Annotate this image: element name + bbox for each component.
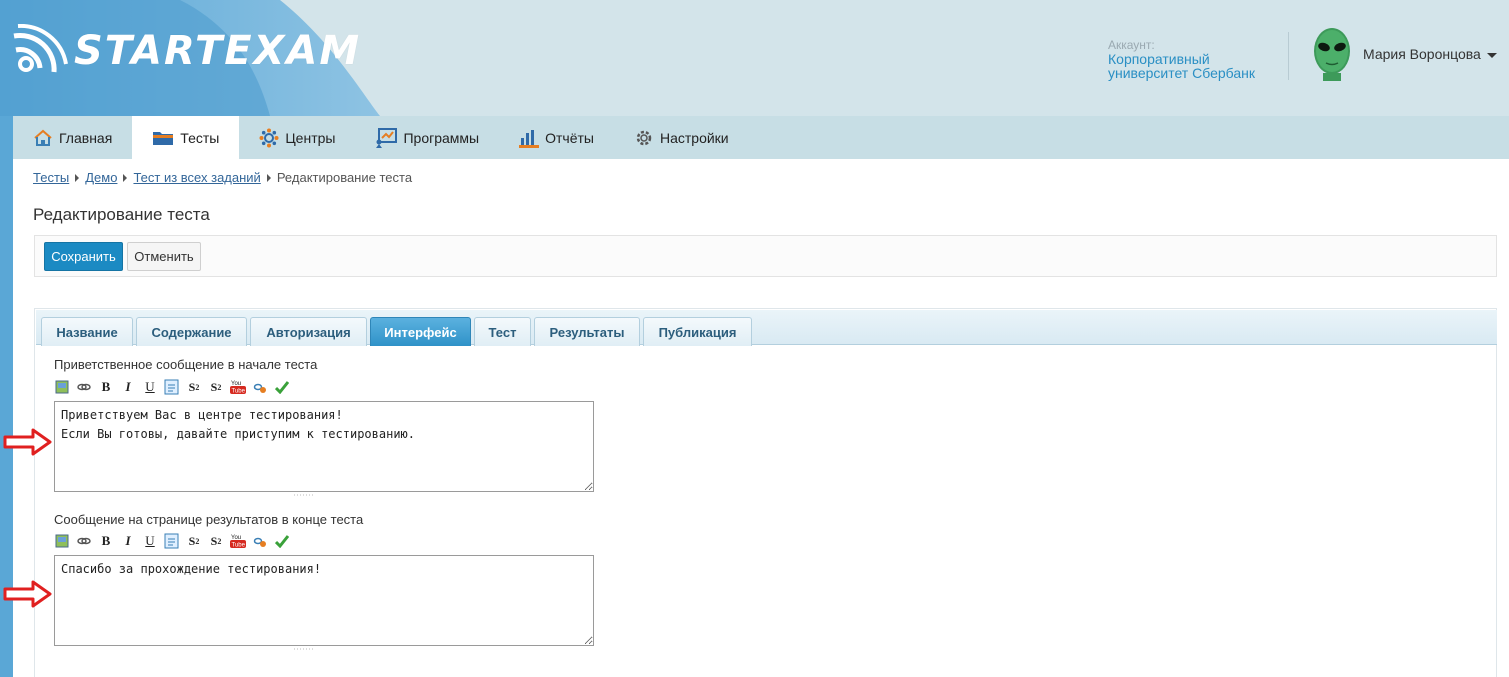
tab-bar: Название Содержание Авторизация Интерфей… bbox=[36, 310, 1497, 346]
results-message-label: Сообщение на странице результатов в конц… bbox=[54, 512, 364, 527]
folder-icon bbox=[153, 131, 174, 145]
breadcrumb-arrow-icon bbox=[123, 173, 128, 182]
resize-grip-icon[interactable] bbox=[294, 493, 314, 497]
resize-grip-icon[interactable] bbox=[294, 647, 314, 651]
account-info: Аккаунт: Корпоративный университет Сберб… bbox=[1108, 38, 1278, 80]
editor-toolbar: B I U S2 S2 You Tube bbox=[54, 532, 290, 550]
results-message-input[interactable]: Спасибо за прохождение тестирования! bbox=[54, 555, 594, 646]
underline-icon[interactable]: U bbox=[142, 533, 158, 549]
image-icon[interactable] bbox=[54, 533, 70, 549]
chevron-down-icon bbox=[1486, 52, 1497, 58]
header-divider bbox=[1288, 32, 1289, 80]
home-icon bbox=[34, 129, 52, 146]
main-nav: Главная Тесты Центры Программы Отчёты На… bbox=[13, 116, 1509, 159]
bold-icon[interactable]: B bbox=[98, 379, 114, 395]
page-title: Редактирование теста bbox=[33, 205, 210, 224]
svg-text:Tube: Tube bbox=[232, 543, 246, 549]
nav-label: Главная bbox=[59, 129, 113, 146]
gear-icon bbox=[636, 130, 652, 145]
tab-test[interactable]: Тест bbox=[474, 317, 531, 346]
underline-icon[interactable]: U bbox=[142, 379, 158, 395]
nav-item-centers[interactable]: Центры bbox=[239, 116, 355, 159]
nav-item-settings[interactable]: Настройки bbox=[614, 116, 749, 159]
subscript-icon[interactable]: S2 bbox=[186, 379, 202, 395]
nav-item-reports[interactable]: Отчёты bbox=[499, 116, 614, 159]
breadcrumb-arrow-icon bbox=[75, 173, 80, 182]
action-toolbar: Сохранить Отменить bbox=[34, 235, 1497, 277]
breadcrumb-link-test[interactable]: Тест из всех заданий bbox=[133, 170, 260, 185]
account-name-line1[interactable]: Корпоративный bbox=[1108, 52, 1278, 66]
breadcrumb-link-tests[interactable]: Тесты bbox=[33, 170, 69, 185]
superscript-icon[interactable]: S2 bbox=[208, 379, 224, 395]
user-name: Мария Воронцова bbox=[1363, 46, 1481, 62]
logo-signal-icon bbox=[13, 24, 68, 73]
superscript-icon[interactable]: S2 bbox=[208, 533, 224, 549]
youtube-icon[interactable]: You Tube bbox=[230, 379, 246, 395]
welcome-message-label: Приветственное сообщение в начале теста bbox=[54, 357, 318, 372]
avatar[interactable] bbox=[1311, 27, 1353, 81]
header: STARTEXAM Аккаунт: Корпоративный универс… bbox=[0, 0, 1509, 116]
subscript-icon[interactable]: S2 bbox=[186, 533, 202, 549]
breadcrumb-link-demo[interactable]: Демо bbox=[85, 170, 117, 185]
user-menu[interactable]: Мария Воронцова bbox=[1363, 46, 1497, 62]
tab-interface[interactable]: Интерфейс bbox=[370, 317, 471, 346]
tab-results[interactable]: Результаты bbox=[534, 317, 640, 346]
save-button[interactable]: Сохранить bbox=[44, 242, 123, 271]
editor-toolbar: B I U S2 S2 You Tube bbox=[54, 378, 290, 396]
nav-item-programs[interactable]: Программы bbox=[355, 116, 499, 159]
italic-icon[interactable]: I bbox=[120, 533, 136, 549]
nav-label: Настройки bbox=[659, 129, 729, 146]
unlink-icon[interactable] bbox=[252, 379, 268, 395]
link-icon[interactable] bbox=[76, 533, 92, 549]
settings-panel: Название Содержание Авторизация Интерфей… bbox=[34, 308, 1497, 677]
breadcrumb-current: Редактирование теста bbox=[276, 170, 413, 185]
tab-content[interactable]: Содержание bbox=[136, 317, 247, 346]
quote-icon[interactable] bbox=[164, 379, 180, 395]
welcome-message-input[interactable]: Приветствуем Вас в центре тестирования! … bbox=[54, 401, 594, 492]
bold-icon[interactable]: B bbox=[98, 533, 114, 549]
annotation-arrow-icon bbox=[3, 580, 52, 608]
programs-icon bbox=[376, 127, 398, 148]
svg-text:Tube: Tube bbox=[232, 389, 246, 395]
youtube-icon[interactable]: You Tube bbox=[230, 533, 246, 549]
link-icon[interactable] bbox=[76, 379, 92, 395]
nav-label: Тесты bbox=[180, 129, 220, 146]
tab-authorization[interactable]: Авторизация bbox=[250, 317, 367, 346]
check-icon[interactable] bbox=[274, 379, 290, 395]
account-label: Аккаунт: bbox=[1108, 38, 1155, 52]
logo-text: STARTEXAM bbox=[74, 28, 362, 74]
main-content: Тесты Демо Тест из всех заданий Редактир… bbox=[13, 159, 1509, 677]
nav-item-home[interactable]: Главная bbox=[13, 116, 132, 159]
centers-icon bbox=[259, 128, 279, 147]
image-icon[interactable] bbox=[54, 379, 70, 395]
nav-label: Отчёты bbox=[545, 129, 594, 146]
quote-icon[interactable] bbox=[164, 533, 180, 549]
tab-name[interactable]: Название bbox=[41, 317, 133, 346]
reports-icon bbox=[519, 129, 540, 148]
check-icon[interactable] bbox=[274, 533, 290, 549]
tab-publication[interactable]: Публикация bbox=[643, 317, 752, 346]
cancel-button[interactable]: Отменить bbox=[127, 242, 201, 271]
unlink-icon[interactable] bbox=[252, 533, 268, 549]
nav-item-tests[interactable]: Тесты bbox=[132, 116, 240, 159]
italic-icon[interactable]: I bbox=[120, 379, 136, 395]
breadcrumb-arrow-icon bbox=[266, 173, 271, 182]
nav-label: Программы bbox=[403, 129, 480, 146]
nav-label: Центры bbox=[285, 129, 336, 146]
breadcrumb: Тесты Демо Тест из всех заданий Редактир… bbox=[33, 170, 412, 185]
logo[interactable]: STARTEXAM bbox=[12, 24, 361, 78]
annotation-arrow-icon bbox=[3, 428, 52, 456]
account-name-line2[interactable]: университет Сбербанк bbox=[1108, 66, 1278, 80]
